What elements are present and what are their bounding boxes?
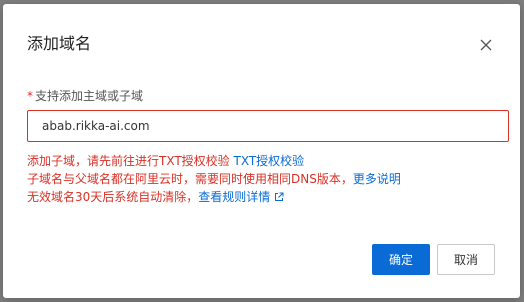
add-domain-dialog: 添加域名 * 支持添加主域或子域 abab.rikka-ai.com 添加子域，请… bbox=[3, 4, 520, 298]
domain-input[interactable]: abab.rikka-ai.com bbox=[27, 110, 509, 142]
error-text-2: 子域名与父域名都在阿里云时，需要同时使用相同DNS版本， bbox=[27, 172, 353, 186]
error-message-txt: 添加子域，请先前往进行TXT授权校验 TXT授权校验 bbox=[27, 153, 304, 169]
cancel-button[interactable]: 取消 bbox=[437, 244, 495, 275]
close-icon bbox=[480, 39, 492, 51]
txt-verify-link[interactable]: TXT授权校验 bbox=[234, 154, 305, 168]
rules-detail-link[interactable]: 查看规则详情 bbox=[198, 190, 284, 204]
error-message-dns: 子域名与父域名都在阿里云时，需要同时使用相同DNS版本，更多说明 bbox=[27, 171, 401, 187]
dialog-title: 添加域名 bbox=[27, 34, 92, 53]
close-button[interactable] bbox=[475, 34, 497, 56]
domain-field-label: * 支持添加主域或子域 bbox=[27, 88, 143, 104]
error-message-cleanup: 无效域名30天后系统自动清除，查看规则详情 bbox=[27, 189, 284, 205]
error-text-3: 无效域名30天后系统自动清除， bbox=[27, 190, 199, 204]
domain-field-label-text: 支持添加主域或子域 bbox=[35, 89, 144, 103]
error-text-1: 添加子域，请先前往进行TXT授权校验 bbox=[27, 154, 230, 168]
confirm-button[interactable]: 确定 bbox=[372, 244, 430, 275]
more-info-link[interactable]: 更多说明 bbox=[353, 172, 401, 186]
required-mark: * bbox=[27, 89, 33, 103]
external-link-icon bbox=[275, 192, 284, 201]
